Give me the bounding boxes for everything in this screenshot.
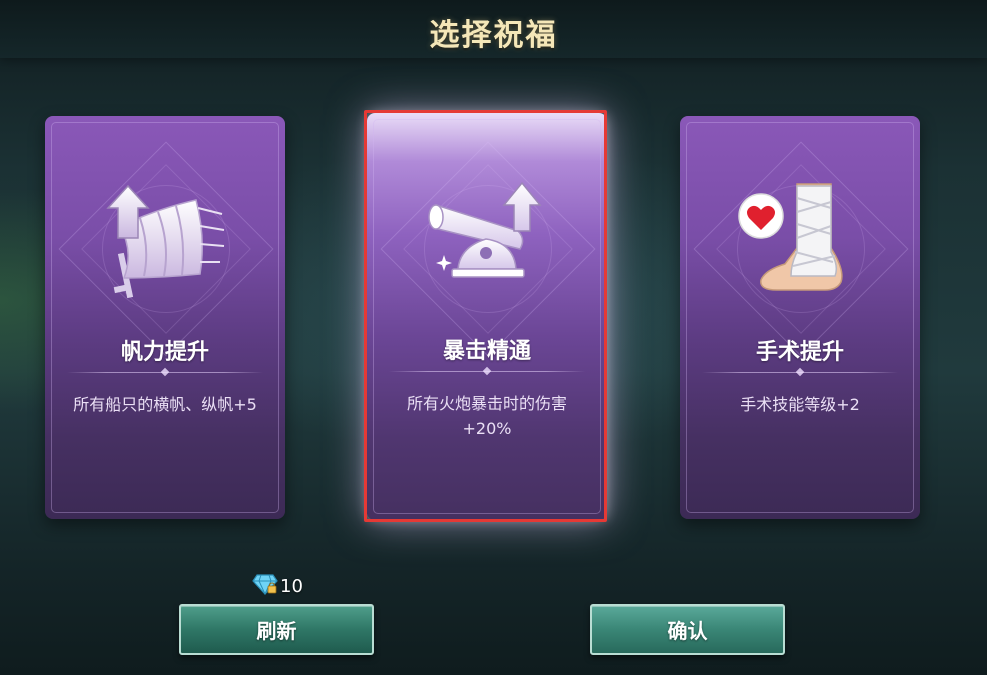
refresh-cost: 10 <box>252 574 303 598</box>
refresh-button[interactable]: 刷新 <box>179 604 374 655</box>
diamond-icon <box>252 573 278 599</box>
refresh-cost-value: 10 <box>280 575 303 597</box>
card-title: 帆力提升 <box>120 340 209 365</box>
cannon-upgrade-icon <box>422 173 552 303</box>
sail-upgrade-icon <box>100 178 230 308</box>
card-title: 暴击精通 <box>442 339 531 364</box>
card-description: 所有船只的横帆、纵帆+5 <box>73 395 257 414</box>
card-title: 手术提升 <box>755 340 844 365</box>
blessing-card-sail[interactable]: 帆力提升 所有船只的横帆、纵帆+5 <box>45 116 285 519</box>
card-description: 所有火炮暴击时的伤害+20% <box>406 394 567 438</box>
blessing-card-critical[interactable]: 暴击精通 所有火炮暴击时的伤害+20% <box>367 113 607 520</box>
blessing-card-surgery[interactable]: 手术提升 手术技能等级+2 <box>680 116 920 519</box>
page-title: 选择祝福 <box>429 18 558 53</box>
confirm-button[interactable]: 确认 <box>590 604 785 655</box>
bandaged-foot-heart-icon <box>735 178 865 308</box>
card-description: 手术技能等级+2 <box>740 395 860 414</box>
